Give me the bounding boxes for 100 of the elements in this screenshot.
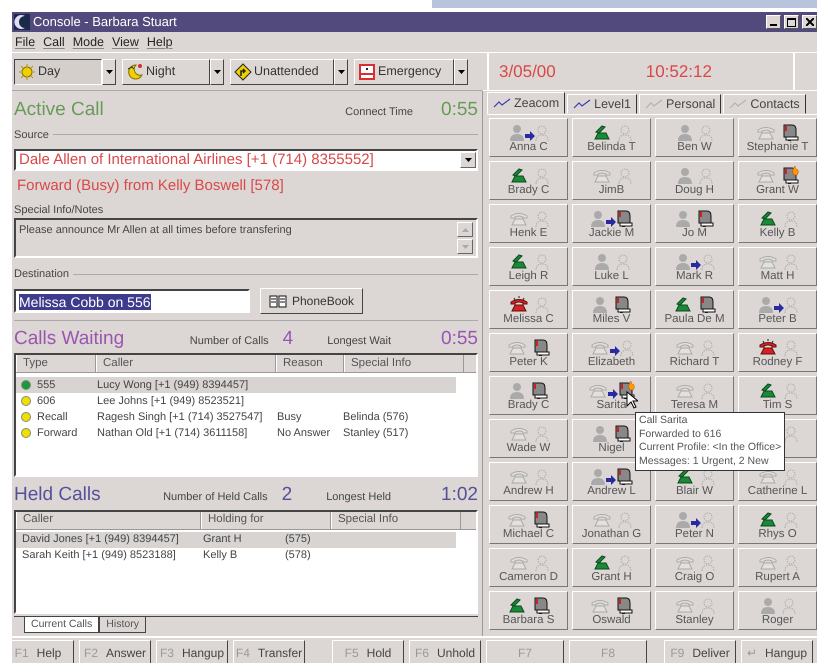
contact-button[interactable]: Jonathan G: [572, 505, 651, 544]
contact-button[interactable]: Mark R: [655, 247, 734, 286]
contact-button[interactable]: Sarita: [572, 376, 651, 415]
contact-button[interactable]: Stephanie T: [738, 118, 817, 157]
contact-button[interactable]: Ben W: [655, 118, 734, 157]
contact-button[interactable]: Matt H: [738, 247, 817, 286]
table-cell-text: 555: [37, 378, 56, 393]
contact-button[interactable]: Anna C: [489, 118, 568, 157]
column-header[interactable]: Holding for: [201, 512, 331, 528]
dropdown-button[interactable]: [102, 58, 116, 84]
phone-icon: [508, 253, 528, 270]
table-row[interactable]: David Jones [+1 (949) 8394457] Grant H (575): [16, 532, 456, 548]
contact-button[interactable]: Rupert A: [738, 548, 817, 587]
function-key-button[interactable]: F3 Hangup: [156, 640, 228, 663]
contact-button[interactable]: Peter N: [655, 505, 734, 544]
tab[interactable]: Level1: [567, 94, 637, 114]
column-header[interactable]: Reason: [276, 355, 344, 372]
function-key-button[interactable]: F9 Deliver: [664, 640, 736, 663]
column-header[interactable]: Caller: [96, 355, 276, 372]
maximize-button[interactable]: [784, 15, 799, 29]
function-key-button[interactable]: F4 Transfer: [233, 640, 305, 663]
contact-button[interactable]: Oswald: [572, 591, 651, 630]
dropdown-button[interactable]: [334, 58, 348, 84]
table-row[interactable]: 606 Lee Johns [+1 (949) 8523521]: [16, 393, 456, 409]
contact-button[interactable]: Peter K: [489, 333, 568, 372]
contact-button[interactable]: Luke L: [572, 247, 651, 286]
mode-button[interactable]: Night: [122, 58, 210, 84]
column-header[interactable]: Special Info: [344, 355, 464, 372]
minimize-button[interactable]: [766, 15, 781, 29]
contact-button[interactable]: Teresa M: [655, 376, 734, 415]
contact-button[interactable]: Peter B: [738, 290, 817, 329]
contact-button[interactable]: Andrew H: [489, 462, 568, 501]
contact-button[interactable]: Elizabeth: [572, 333, 651, 372]
mode-button[interactable]: Emergency: [354, 58, 454, 84]
contact-button[interactable]: Leigh R: [489, 247, 568, 286]
phone-icon: [758, 468, 778, 485]
menu-item[interactable]: Call: [43, 32, 65, 52]
contact-button[interactable]: JimB: [572, 161, 651, 200]
contact-button[interactable]: Michael C: [489, 505, 568, 544]
column-header[interactable]: Special Info: [331, 512, 461, 528]
menu-item[interactable]: Help: [146, 32, 173, 52]
phone-icon: [592, 511, 612, 528]
contact-button[interactable]: Tim S: [738, 376, 817, 415]
caret-icon: [458, 70, 464, 74]
contact-button[interactable]: Wade W: [489, 419, 568, 458]
tab[interactable]: Contacts: [723, 94, 806, 114]
source-combobox[interactable]: Dale Allen of International Airlines [+1 (714) 8355552]: [14, 149, 478, 171]
close-button[interactable]: [802, 15, 817, 29]
contact-button[interactable]: Rhys O: [738, 505, 817, 544]
scroll-down-button[interactable]: [457, 239, 473, 254]
function-key-button[interactable]: F5 Hold: [332, 640, 404, 663]
contact-button[interactable]: Melissa C: [489, 290, 568, 329]
stat-label: Longest Held: [326, 490, 392, 505]
scroll-up-button[interactable]: [457, 222, 473, 237]
column-header[interactable]: Caller: [16, 512, 201, 528]
contact-button[interactable]: Rodney F: [738, 333, 817, 372]
menu-item[interactable]: Mode: [72, 32, 104, 52]
destination-field[interactable]: Melissa Cobb on 556: [14, 288, 250, 312]
contact-button[interactable]: Kelly B: [738, 204, 817, 243]
stat-value: 1:02: [441, 483, 478, 507]
contact-button[interactable]: Richard T: [655, 333, 734, 372]
table-cell-text: Kelly B: [203, 548, 238, 564]
contact-button[interactable]: Craig O: [655, 548, 734, 587]
contact-button[interactable]: Paula De M: [655, 290, 734, 329]
contact-button[interactable]: Brady C: [489, 161, 568, 200]
mode-button[interactable]: Unattended: [230, 58, 334, 84]
tab[interactable]: Current Calls: [24, 616, 100, 632]
table-row[interactable]: Sarah Keith [+1 (949) 8523188] Kelly B (578): [16, 548, 456, 564]
contact-button[interactable]: Cameron D: [489, 548, 568, 587]
contact-button[interactable]: Henk E: [489, 204, 568, 243]
contact-button[interactable]: Miles V: [572, 290, 651, 329]
dropdown-button[interactable]: [460, 152, 476, 168]
function-key-button[interactable]: F2 Answer: [79, 640, 151, 663]
table-row[interactable]: 555 Lucy Wong [+1 (949) 8394457]: [16, 377, 456, 393]
contact-button[interactable]: Jo M: [655, 204, 734, 243]
tab[interactable]: History: [99, 616, 146, 632]
table-row[interactable]: Recall Ragesh Singh [+1 (714) 3527547] Busy Belinda (576): [16, 409, 456, 425]
function-key-button[interactable]: F1 Help: [12, 640, 74, 663]
mode-button[interactable]: Day: [14, 58, 102, 84]
column-header[interactable]: Type: [16, 355, 96, 372]
contact-button[interactable]: Roger: [738, 591, 817, 630]
menu-item[interactable]: View: [112, 32, 139, 52]
contact-button[interactable]: Grant W: [738, 161, 817, 200]
contact-button[interactable]: Barbara S: [489, 591, 568, 630]
person-icon: [592, 425, 608, 442]
table-row[interactable]: Forward Nathan Old [+1 (714) 3611158] No Answer Stanley (517): [16, 425, 456, 441]
function-key-button[interactable]: ↵ Hangup: [741, 640, 813, 663]
contact-button[interactable]: Doug H: [655, 161, 734, 200]
contact-button[interactable]: Brady C: [489, 376, 568, 415]
tab[interactable]: Personal: [639, 94, 722, 114]
function-key-button[interactable]: F6 Unhold: [409, 640, 481, 663]
menu-item[interactable]: File: [15, 32, 36, 52]
dropdown-button[interactable]: [210, 58, 224, 84]
dropdown-button[interactable]: [454, 58, 468, 84]
contact-button[interactable]: Belinda T: [572, 118, 651, 157]
tab[interactable]: Zeacom: [487, 92, 566, 114]
contact-button[interactable]: Jackie M: [572, 204, 651, 243]
contact-button[interactable]: Stanley: [655, 591, 734, 630]
phonebook-button[interactable]: PhoneBook: [260, 288, 364, 314]
contact-button[interactable]: Grant H: [572, 548, 651, 587]
